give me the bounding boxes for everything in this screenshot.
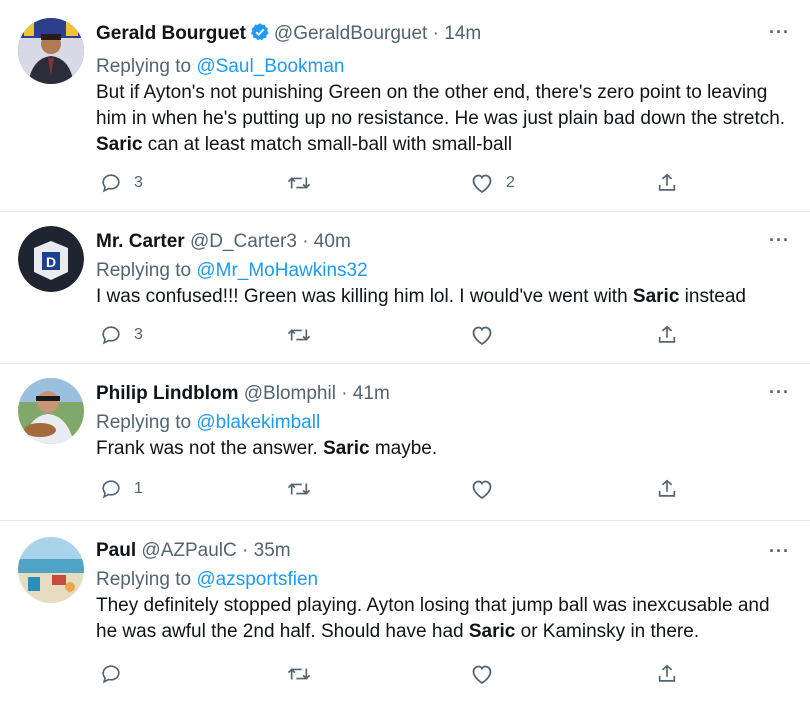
replying-to-handle[interactable]: @Saul_Bookman [196, 56, 344, 77]
tweet-text: Frank was not the answer. Saric maybe. [96, 436, 790, 462]
tweet-header: Mr. Carter @D_Carter3 · 40m [96, 230, 790, 254]
reply-count: 3 [134, 326, 143, 343]
replying-prefix: Replying to [96, 56, 197, 77]
replying-to: Replying to @blakekimball [96, 410, 790, 436]
share-button[interactable] [656, 172, 678, 194]
user-handle[interactable]: @AZPaulC [141, 540, 236, 561]
reply-count: 1 [134, 480, 143, 497]
reply-button[interactable]: 1 [100, 478, 143, 500]
replying-to: Replying to @Mr_MoHawkins32 [96, 258, 790, 284]
tweet-actions: 3 [96, 324, 696, 350]
share-button[interactable] [656, 663, 678, 685]
reply-icon [100, 478, 122, 500]
avatar[interactable] [18, 18, 84, 84]
display-name[interactable]: Mr. Carter [96, 231, 185, 252]
tweet-text: I was confused!!! Green was killing him … [96, 284, 790, 310]
share-icon [656, 478, 678, 500]
share-button[interactable] [656, 324, 678, 346]
tweet-text-part: maybe. [369, 438, 438, 459]
retweet-button[interactable] [286, 172, 324, 194]
reply-icon [100, 172, 122, 194]
reply-button[interactable]: 3 [100, 172, 143, 194]
replying-to: Replying to @azsportsfien [96, 567, 790, 593]
timestamp[interactable]: · 40m [302, 231, 351, 252]
reply-count: 3 [134, 174, 143, 191]
user-handle[interactable]: @Blomphil [244, 383, 336, 404]
timestamp[interactable]: · 14m [433, 23, 482, 44]
tweet-text-part: instead [679, 286, 746, 307]
tweet-4[interactable]: ··· Paul @AZPaulC · 35m Replying to @azs… [0, 521, 810, 704]
avatar[interactable] [18, 378, 84, 444]
retweet-icon [286, 663, 312, 685]
timestamp[interactable]: · 35m [242, 540, 291, 561]
replying-to: Replying to @Saul_Bookman [96, 54, 790, 80]
like-button[interactable]: 2 [470, 172, 515, 194]
avatar[interactable] [18, 537, 84, 603]
tweet-header: Philip Lindblom @Blomphil · 41m [96, 382, 790, 406]
like-icon [470, 663, 494, 685]
user-handle[interactable]: @D_Carter3 [190, 231, 297, 252]
replying-prefix: Replying to [96, 260, 197, 281]
like-icon [470, 172, 494, 194]
share-button[interactable] [656, 478, 678, 500]
tweet-3[interactable]: ··· Philip Lindblom @Blomphil · 41m Repl… [0, 364, 810, 521]
display-name[interactable]: Philip Lindblom [96, 383, 238, 404]
tweet-text: But if Ayton's not punishing Green on th… [96, 80, 790, 158]
share-icon [656, 172, 678, 194]
tweet-text-bold: Saric [323, 438, 370, 459]
retweet-icon [286, 324, 312, 346]
tweet-text-part: Frank was not the answer. [96, 438, 324, 459]
retweet-icon [286, 172, 312, 194]
like-button[interactable] [470, 663, 506, 685]
retweet-icon [286, 478, 312, 500]
tweet-text-bold: Saric [632, 286, 680, 307]
svg-text:D: D [46, 254, 56, 270]
replying-to-handle[interactable]: @azsportsfien [196, 569, 318, 590]
reply-icon [100, 663, 122, 685]
share-icon [656, 663, 678, 685]
tweet-actions: 3 2 [96, 172, 696, 198]
tweet-text-part: But if Ayton's not punishing Green on th… [96, 82, 786, 129]
display-name[interactable]: Paul [96, 540, 136, 561]
retweet-button[interactable] [286, 663, 324, 685]
like-count: 2 [506, 174, 515, 191]
tweet-text-bold: Saric [96, 134, 143, 155]
replying-prefix: Replying to [96, 412, 197, 433]
tweet-text-bold: Saric [468, 621, 516, 642]
display-name[interactable]: Gerald Bourguet [96, 23, 246, 44]
tweet-actions: 1 [96, 478, 696, 504]
tweet-actions [96, 663, 696, 689]
tweet-text-part: I was confused!!! Green was killing him … [96, 286, 633, 307]
verified-badge-icon [250, 22, 270, 49]
tweet-1[interactable]: ··· Gerald Bourguet @GeraldBourguet · 14m… [0, 0, 810, 212]
share-icon [656, 324, 678, 346]
tweet-2[interactable]: D ··· Mr. Carter @D_Carter3 · 40m Replyi… [0, 212, 810, 364]
like-icon [470, 478, 494, 500]
retweet-button[interactable] [286, 478, 324, 500]
user-handle[interactable]: @GeraldBourguet [274, 23, 427, 44]
tweet-header: Paul @AZPaulC · 35m [96, 539, 790, 563]
replying-prefix: Replying to [96, 569, 197, 590]
replying-to-handle[interactable]: @Mr_MoHawkins32 [196, 260, 367, 281]
like-button[interactable] [470, 478, 506, 500]
timestamp[interactable]: · 41m [341, 383, 390, 404]
replying-to-handle[interactable]: @blakekimball [196, 412, 320, 433]
tweet-text-part: can at least match small-ball with small… [142, 134, 513, 155]
avatar[interactable]: D [18, 226, 84, 292]
retweet-button[interactable] [286, 324, 324, 346]
reply-icon [100, 324, 122, 346]
reply-button[interactable]: 3 [100, 324, 143, 346]
like-button[interactable] [470, 324, 506, 346]
reply-button[interactable] [100, 663, 134, 685]
tweet-text-part: or Kaminsky in there. [515, 621, 700, 642]
tweet-header: Gerald Bourguet @GeraldBourguet · 14m [96, 22, 790, 49]
like-icon [470, 324, 494, 346]
tweet-text: They definitely stopped playing. Ayton l… [96, 593, 790, 645]
